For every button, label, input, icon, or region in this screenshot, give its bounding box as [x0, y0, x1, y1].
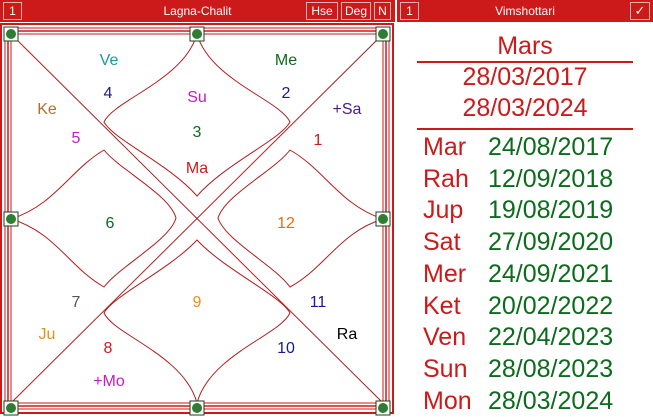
handle-bottom-middle[interactable]: [189, 400, 205, 416]
chart-resize-handles: [3, 26, 391, 416]
planet-mars: Ma: [186, 160, 208, 177]
antardasha-planet: Sat: [423, 228, 461, 257]
antardasha-date: 20/02/2022: [488, 291, 614, 320]
house-number-9: 9: [193, 294, 202, 311]
antardasha-date: 22/04/2023: [488, 323, 614, 352]
planet-jupiter: Ju: [39, 326, 56, 343]
mahadasha-planet: Mars: [497, 32, 553, 60]
dasha-title-bar: Vimshottari 1 ✓: [397, 0, 653, 22]
divider-bottom: [417, 128, 633, 130]
degree-button[interactable]: Deg: [341, 2, 371, 20]
planet-sun: Su: [187, 89, 207, 106]
house-number-5: 5: [72, 130, 81, 147]
planet-venus: Ve: [100, 52, 119, 69]
antardasha-planet: Mon: [423, 386, 472, 415]
antardasha-planet: Ven: [423, 323, 467, 352]
planet-moon: +Mo: [93, 373, 125, 390]
north-indian-chart: 1 2 3 4 5 6 7 8 9 10 11 12 Ve Me Ke Su +…: [0, 23, 394, 416]
chart-title-bar: Lagna-Chalit 1 Hse Deg N: [0, 0, 395, 22]
house-number-8: 8: [104, 340, 113, 357]
handle-middle-left[interactable]: [3, 211, 19, 227]
handle-top-right[interactable]: [375, 26, 391, 42]
antardasha-planet: Mer: [423, 259, 467, 288]
antardasha-date: 28/03/2024: [488, 386, 614, 415]
house-number-10: 10: [277, 340, 295, 357]
mahadasha-start-date: 28/03/2017: [462, 63, 588, 91]
north-button[interactable]: N: [374, 2, 391, 20]
dasha-title: Vimshottari: [495, 4, 555, 18]
antardasha-date: 28/08/2023: [488, 354, 614, 383]
handle-middle-right[interactable]: [375, 211, 391, 227]
house-number-3: 3: [193, 124, 202, 141]
antardasha-planet: Jup: [423, 196, 464, 225]
planet-rahu: Ra: [337, 326, 358, 343]
house-number-12: 12: [277, 215, 295, 232]
antardasha-planet: Mar: [423, 133, 467, 161]
house-number-2: 2: [282, 85, 291, 102]
house-button[interactable]: Hse: [306, 2, 338, 20]
planet-saturn: +Sa: [333, 101, 362, 118]
house-number-4: 4: [104, 85, 113, 102]
check-icon[interactable]: ✓: [630, 2, 650, 20]
antardasha-planet: Ket: [423, 291, 461, 320]
planet-mercury: Me: [275, 52, 297, 69]
house-number-1: 1: [314, 132, 323, 149]
dasha-number-button[interactable]: 1: [400, 2, 419, 20]
house-number-6: 6: [106, 215, 115, 232]
chart-number-button[interactable]: 1: [3, 2, 22, 20]
handle-bottom-left[interactable]: [3, 400, 19, 416]
house-number-7: 7: [72, 294, 81, 311]
antardasha-date: 19/08/2019: [488, 196, 614, 225]
antardasha-date: 27/09/2020: [488, 228, 614, 257]
vimshottari-panel: Vimshottari 1 ✓ Mars 28/03/2017 28/03/20…: [397, 0, 653, 416]
lagna-chalit-panel: Lagna-Chalit 1 Hse Deg N 1 2 3 4 5 6 7 8…: [0, 0, 395, 416]
antardasha-date: 24/08/2017: [488, 133, 614, 161]
handle-bottom-right[interactable]: [375, 400, 391, 416]
antardasha-date: 24/09/2021: [488, 259, 614, 288]
antardasha-planet: Sun: [423, 354, 468, 383]
house-number-11: 11: [310, 294, 327, 311]
handle-top-left[interactable]: [3, 26, 19, 42]
mahadasha-end-date: 28/03/2024: [462, 94, 588, 122]
antardasha-planet: Rah: [423, 164, 469, 193]
handle-top-middle[interactable]: [189, 26, 205, 42]
planet-ketu: Ke: [37, 101, 57, 118]
antardasha-date: 12/09/2018: [488, 164, 614, 193]
